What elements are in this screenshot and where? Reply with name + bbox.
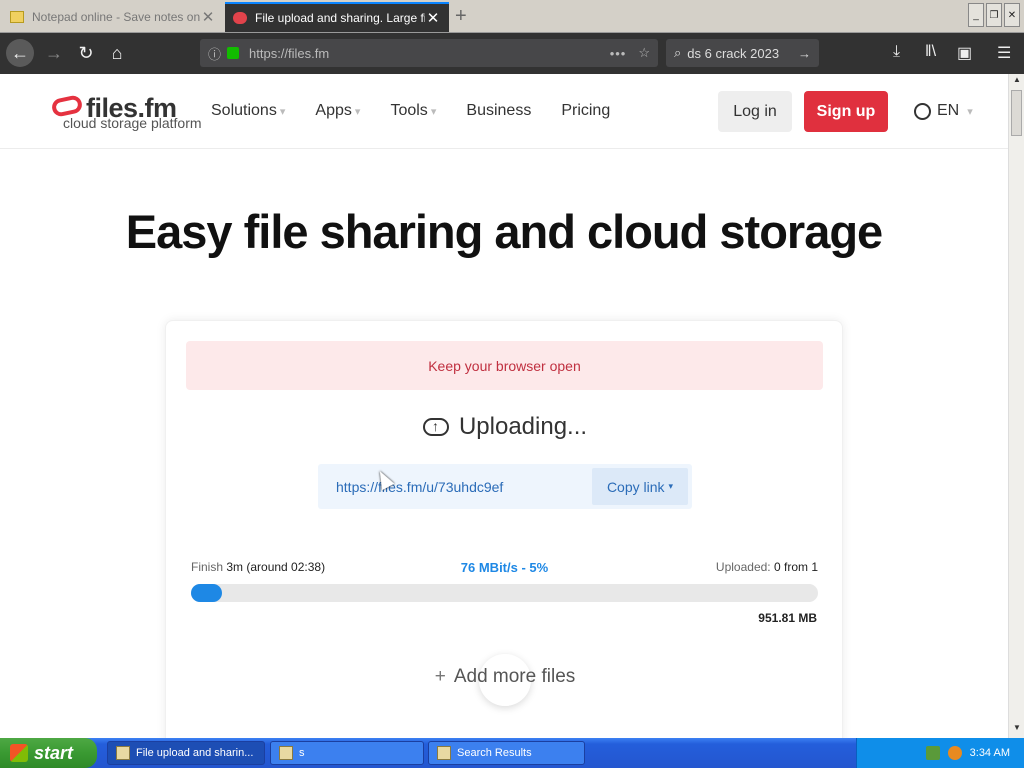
- tray-search-icon[interactable]: [947, 746, 962, 760]
- restore-icon[interactable]: ❐: [986, 3, 1002, 27]
- upload-status-text: Uploading...: [458, 413, 588, 440]
- uploaded-value: 0 from 1: [773, 560, 818, 574]
- plus-icon: +: [434, 666, 446, 687]
- tab-notepad[interactable]: Notepad online - Save notes online ✕: [2, 2, 224, 32]
- start-label: start: [34, 742, 74, 763]
- progress-fill: [191, 584, 223, 602]
- close-window-icon[interactable]: ✕: [1004, 3, 1020, 27]
- signup-button[interactable]: Sign up: [804, 91, 888, 132]
- nav-business[interactable]: Business: [466, 102, 531, 120]
- bookmark-star-icon[interactable]: ☆: [638, 45, 650, 61]
- copy-link-button[interactable]: Copy link: [592, 468, 688, 505]
- tab-title: Notepad online - Save notes online: [32, 10, 200, 24]
- add-more-files-button[interactable]: + Add more files: [166, 666, 844, 688]
- close-tab-icon[interactable]: ✕: [200, 8, 216, 26]
- home-icon[interactable]: ⌂: [103, 39, 131, 67]
- browser-tab-strip: Notepad online - Save notes online ✕ Fil…: [0, 0, 1024, 33]
- scroll-up-icon[interactable]: ▲: [1010, 75, 1024, 89]
- login-button[interactable]: Log in: [718, 91, 792, 132]
- logo-tagline: cloud storage platform: [63, 115, 202, 131]
- clock: 3:34 AM: [969, 747, 1010, 759]
- nav-tools[interactable]: Tools: [390, 102, 436, 120]
- total-size: 951.81 MB: [758, 611, 817, 625]
- task-label: File upload and sharin...: [136, 747, 254, 759]
- close-tab-icon[interactable]: ✕: [425, 9, 441, 27]
- window-controls: _ ❐ ✕: [968, 3, 1020, 27]
- nav-solutions[interactable]: Solutions: [211, 102, 285, 120]
- start-button[interactable]: start: [0, 738, 97, 768]
- task-label: s: [299, 747, 305, 759]
- folder-icon: [279, 746, 293, 760]
- address-bar[interactable]: ⓘ https://files.fm ••• ☆: [200, 39, 658, 67]
- language-code: EN: [937, 102, 960, 119]
- forward-icon[interactable]: →: [40, 39, 68, 67]
- search-go-icon[interactable]: →: [798, 46, 811, 61]
- browser-icon: [116, 746, 130, 760]
- download-icon[interactable]: ⤓: [893, 43, 900, 61]
- system-tray: 3:34 AM: [856, 738, 1024, 768]
- main-nav: Solutions Apps Tools Business Pricing: [211, 102, 640, 120]
- back-icon[interactable]: ←: [6, 39, 34, 67]
- files-fm-favicon-icon: [233, 12, 247, 24]
- page-scrollbar[interactable]: ▲ ▼: [1008, 74, 1024, 738]
- task-label: Search Results: [457, 747, 532, 759]
- url-text[interactable]: https://files.fm: [249, 46, 610, 61]
- globe-icon: [914, 102, 931, 120]
- keep-open-notice: Keep your browser open: [186, 341, 823, 390]
- site-header: files.fm cloud storage platform Solution…: [0, 74, 1008, 149]
- scroll-thumb[interactable]: [1011, 90, 1022, 136]
- search-results-icon: [437, 746, 451, 760]
- windows-logo-icon: [10, 744, 28, 762]
- uploaded-count: Uploaded: 0 from 1: [716, 560, 818, 574]
- tab-files-fm[interactable]: File upload and sharing. Large file ✕: [225, 2, 449, 32]
- minimize-icon[interactable]: _: [968, 3, 984, 27]
- browser-toolbar: ← → ↻ ⌂ ⓘ https://files.fm ••• ☆ ⌕ ds 6 …: [0, 33, 1024, 74]
- hero-title: Easy file sharing and cloud storage: [125, 205, 883, 258]
- menu-icon[interactable]: ☰: [997, 43, 1011, 63]
- taskbar-item-folder[interactable]: s: [270, 741, 424, 765]
- uploaded-label: Uploaded:: [715, 560, 771, 574]
- tab-title: File upload and sharing. Large file: [255, 11, 425, 25]
- lock-icon: [227, 47, 240, 59]
- search-icon: ⌕: [674, 45, 682, 60]
- share-link-box: https://files.fm/u/73uhdc9ef Copy link: [318, 464, 692, 509]
- language-selector[interactable]: EN ▾: [914, 102, 973, 120]
- add-more-label: Add more files: [453, 666, 576, 687]
- taskbar-item-search[interactable]: Search Results: [428, 741, 585, 765]
- page-actions-icon[interactable]: •••: [610, 46, 627, 61]
- share-link[interactable]: https://files.fm/u/73uhdc9ef: [318, 479, 592, 495]
- sidebar-icon[interactable]: ▣: [957, 43, 972, 63]
- nav-pricing[interactable]: Pricing: [561, 102, 610, 120]
- cloud-upload-icon: [422, 418, 449, 436]
- search-text[interactable]: ds 6 crack 2023: [687, 46, 798, 61]
- chevron-down-icon: ▾: [967, 105, 973, 118]
- progress-bar: [191, 584, 818, 602]
- library-icon[interactable]: ‖\: [925, 43, 936, 61]
- scroll-down-icon[interactable]: ▼: [1010, 723, 1024, 737]
- upload-card: Keep your browser open Uploading... http…: [165, 320, 843, 738]
- web-page: files.fm cloud storage platform Solution…: [0, 74, 1008, 738]
- new-tab-icon[interactable]: +: [455, 5, 467, 28]
- upload-status: Uploading...: [166, 413, 844, 441]
- nav-apps[interactable]: Apps: [315, 102, 360, 120]
- tray-icon[interactable]: [925, 746, 940, 760]
- notepad-icon: [10, 11, 24, 23]
- taskbar-item-browser[interactable]: File upload and sharin...: [107, 741, 265, 765]
- info-icon[interactable]: ⓘ: [208, 44, 221, 63]
- search-box[interactable]: ⌕ ds 6 crack 2023 →: [666, 39, 819, 67]
- taskbar: start File upload and sharin... s Search…: [0, 738, 1024, 768]
- reload-icon[interactable]: ↻: [72, 39, 100, 67]
